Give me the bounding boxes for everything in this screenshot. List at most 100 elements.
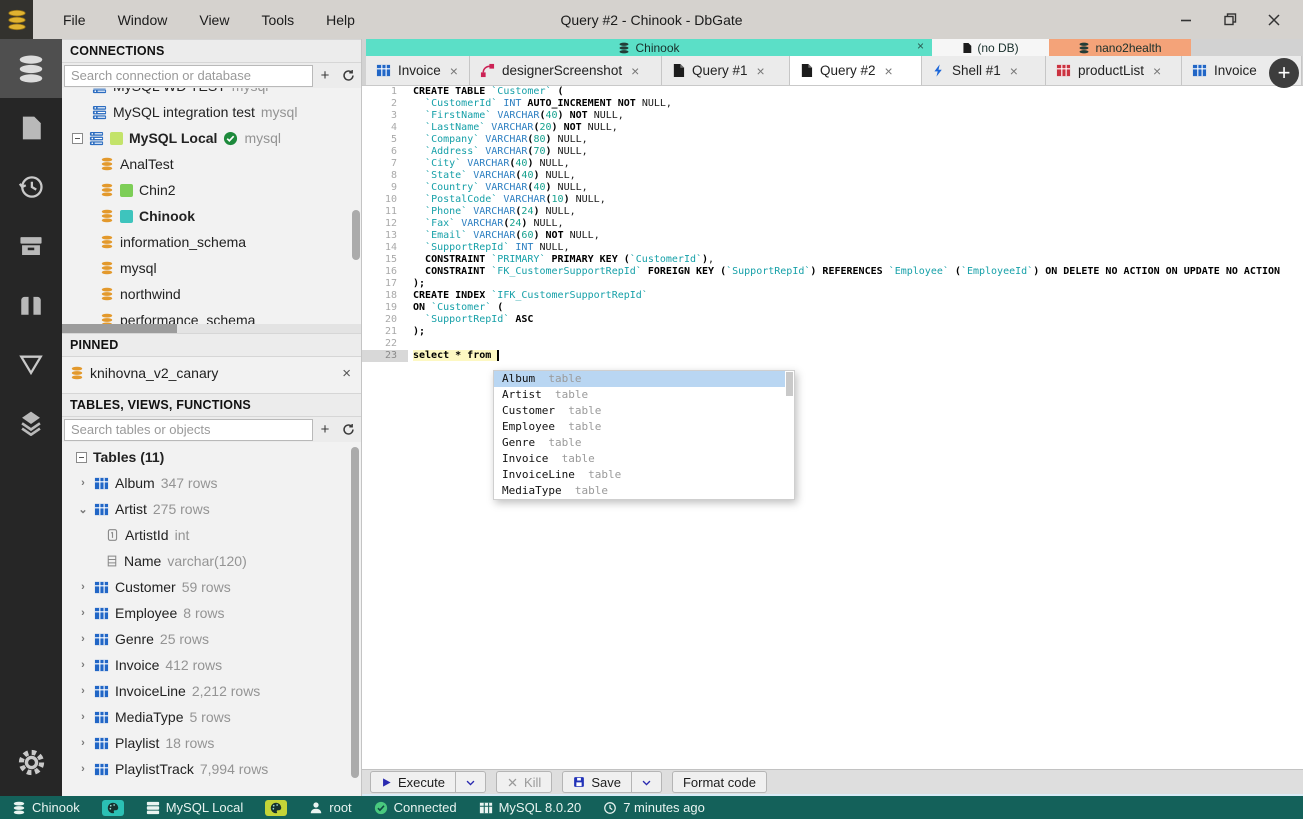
connections-scrollbar[interactable]	[352, 210, 360, 260]
autocomplete-item[interactable]: Album table	[494, 371, 794, 387]
table-row[interactable]: › Employee 8 rows	[62, 600, 349, 626]
statusbar-version[interactable]: MySQL 8.0.20	[479, 800, 581, 815]
menu-window[interactable]: Window	[104, 8, 182, 32]
tables-search-input[interactable]	[64, 418, 313, 441]
autocomplete-item[interactable]: Employee table	[494, 419, 794, 435]
column-row[interactable]: ArtistId int	[62, 522, 349, 548]
save-button[interactable]: Save	[562, 771, 632, 793]
close-tab-icon[interactable]: ×	[757, 63, 765, 79]
statusbar-last-query-time[interactable]: 7 minutes ago	[603, 800, 705, 815]
connection-item[interactable]: MySQL Local mysql	[62, 125, 351, 151]
tab-query--2[interactable]: Query #2 ×	[790, 56, 922, 85]
table-row[interactable]: › Playlist 18 rows	[62, 730, 349, 756]
chevron-right-icon[interactable]: ›	[78, 763, 88, 775]
chevron-right-icon[interactable]: ›	[78, 581, 88, 593]
close-tab-icon[interactable]: ×	[885, 63, 893, 79]
autocomplete-item[interactable]: Invoice table	[494, 451, 794, 467]
menu-tools[interactable]: Tools	[247, 8, 308, 32]
save-dropdown-button[interactable]	[631, 771, 662, 793]
autocomplete-item[interactable]: Artist table	[494, 387, 794, 403]
column-row[interactable]: Name varchar(120)	[62, 548, 349, 574]
statusbar-database[interactable]: Chinook	[12, 800, 80, 815]
table-row[interactable]: › Album 347 rows	[62, 470, 349, 496]
chevron-right-icon[interactable]: ›	[78, 633, 88, 645]
close-tab-icon[interactable]: ×	[631, 63, 639, 79]
autocomplete-item[interactable]: MediaType table	[494, 483, 794, 499]
collapse-icon[interactable]	[76, 451, 87, 463]
tab-group--no-db-[interactable]: (no DB)	[932, 39, 1049, 56]
table-row[interactable]: › Genre 25 rows	[62, 626, 349, 652]
table-row[interactable]: › PlaylistTrack 7,994 rows	[62, 756, 349, 782]
minimize-button[interactable]	[1177, 11, 1195, 29]
autocomplete-scrollbar[interactable]	[785, 371, 794, 499]
tab-invoice[interactable]: Invoice ×	[366, 56, 470, 85]
close-button[interactable]	[1265, 11, 1283, 29]
tab-query--1[interactable]: Query #1 ×	[662, 56, 790, 85]
close-tab-icon[interactable]: ×	[1010, 63, 1018, 79]
statusbar-db-color-badge[interactable]	[101, 799, 124, 816]
close-tab-icon[interactable]: ×	[1153, 63, 1161, 79]
restore-button[interactable]	[1221, 11, 1239, 29]
connection-item[interactable]: Chin2	[62, 177, 351, 203]
close-group-icon[interactable]: ×	[917, 39, 924, 53]
table-row[interactable]: › Customer 59 rows	[62, 574, 349, 600]
tab-shell--1[interactable]: Shell #1 ×	[922, 56, 1046, 85]
rail-item-history[interactable]	[0, 157, 62, 216]
rail-item-file[interactable]	[0, 98, 62, 157]
connection-item[interactable]: northwind	[62, 281, 351, 307]
rail-item-database[interactable]	[0, 39, 62, 98]
execute-button[interactable]: Execute	[370, 771, 456, 793]
sql-editor[interactable]: 1 CREATE TABLE `Customer` (2 `CustomerId`…	[362, 85, 1303, 769]
connections-hscroll-thumb[interactable]	[62, 324, 177, 333]
app-logo[interactable]	[0, 0, 33, 39]
connections-search-input[interactable]	[64, 64, 313, 87]
rail-item-archive[interactable]	[0, 216, 62, 275]
autocomplete-item[interactable]: Customer table	[494, 403, 794, 419]
execute-dropdown-button[interactable]	[455, 771, 486, 793]
table-row[interactable]: ⌄ Artist 275 rows	[62, 496, 349, 522]
tab-group-chinook[interactable]: Chinook ×	[366, 39, 932, 56]
rail-item-triangle[interactable]	[0, 334, 62, 393]
pinned-item[interactable]: knihovna_v2_canary ×	[62, 359, 361, 387]
statusbar-connection[interactable]: MySQL Local	[146, 800, 243, 815]
autocomplete-item[interactable]: Genre table	[494, 435, 794, 451]
chevron-right-icon[interactable]: ›	[78, 659, 88, 671]
chevron-right-icon[interactable]: ›	[78, 711, 88, 723]
connection-item[interactable]: information_schema	[62, 229, 351, 255]
add-connection-button[interactable]: +	[314, 64, 336, 87]
collapse-icon[interactable]	[72, 132, 83, 144]
statusbar-connection-color-badge[interactable]	[265, 799, 288, 816]
chevron-right-icon[interactable]: ›	[78, 607, 88, 619]
chevron-right-icon[interactable]: ›	[78, 477, 88, 489]
add-object-button[interactable]: +	[314, 418, 336, 441]
tab-designerscreenshot[interactable]: designerScreenshot ×	[470, 56, 662, 85]
connection-item[interactable]: AnalTest	[62, 151, 351, 177]
unpin-button[interactable]: ×	[342, 365, 351, 382]
menu-file[interactable]: File	[49, 8, 100, 32]
statusbar-status[interactable]: Connected	[374, 800, 457, 815]
table-row[interactable]: › MediaType 5 rows	[62, 704, 349, 730]
tables-scrollbar[interactable]	[351, 447, 359, 778]
refresh-tables-button[interactable]	[337, 418, 359, 441]
autocomplete-item[interactable]: InvoiceLine table	[494, 467, 794, 483]
tables-group-row[interactable]: Tables (11)	[62, 444, 349, 470]
table-row[interactable]: › Invoice 412 rows	[62, 652, 349, 678]
tab-group-nano2health[interactable]: nano2health	[1049, 39, 1191, 56]
connection-item[interactable]: Chinook	[62, 203, 351, 229]
tab-productlist[interactable]: productList ×	[1046, 56, 1182, 85]
menu-view[interactable]: View	[185, 8, 243, 32]
new-tab-button[interactable]: +	[1269, 58, 1299, 88]
connection-item[interactable]: mysql	[62, 255, 351, 281]
connection-item[interactable]: MySQL integration test mysql	[62, 99, 351, 125]
chevron-right-icon[interactable]: ›	[78, 737, 88, 749]
chevron-right-icon[interactable]: ›	[78, 685, 88, 697]
chevron-down-icon[interactable]: ⌄	[78, 503, 88, 516]
table-row[interactable]: › InvoiceLine 2,212 rows	[62, 678, 349, 704]
format-code-button[interactable]: Format code	[671, 771, 767, 793]
kill-button[interactable]: Kill	[495, 771, 553, 793]
rail-item-book[interactable]	[0, 275, 62, 334]
menu-help[interactable]: Help	[312, 8, 369, 32]
rail-item-layers[interactable]	[0, 393, 62, 452]
rail-item-settings[interactable]	[0, 736, 62, 788]
connection-item[interactable]: MySQL WD TEST mysql	[62, 88, 351, 99]
